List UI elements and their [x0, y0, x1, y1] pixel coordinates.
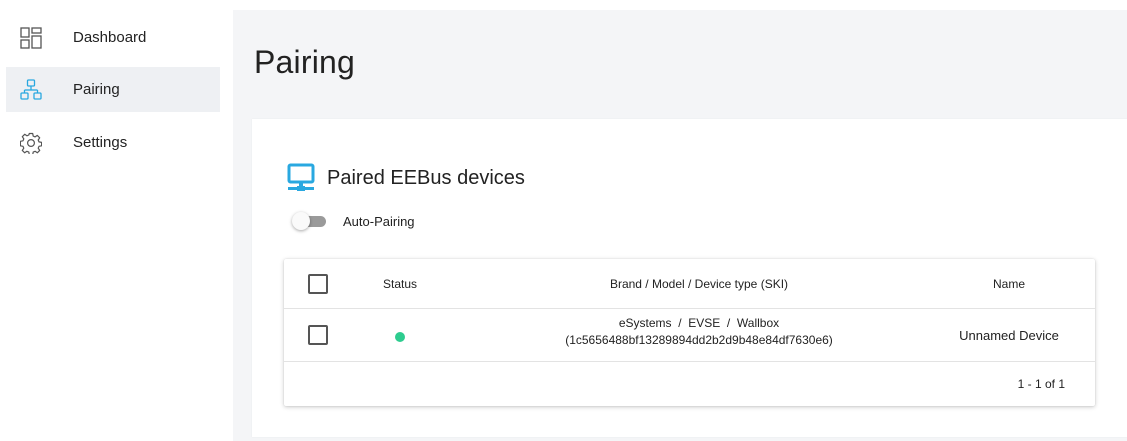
auto-pairing-toggle[interactable] — [292, 212, 326, 230]
sidebar: Dashboard Pairing Settings — [0, 0, 233, 441]
monitor-network-icon — [287, 163, 315, 191]
sidebar-item-pairing[interactable]: Pairing — [6, 67, 220, 112]
card-title: Paired EEBus devices — [327, 166, 525, 189]
gear-icon — [20, 132, 42, 154]
table-footer: 1 - 1 of 1 — [284, 362, 1095, 406]
pagination-info: 1 - 1 of 1 — [1017, 377, 1065, 391]
device-name: Unnamed Device — [959, 327, 1059, 343]
sidebar-item-label: Settings — [73, 134, 128, 151]
sidebar-item-dashboard[interactable]: Dashboard — [6, 15, 220, 60]
column-header-name: Name — [992, 276, 1025, 291]
status-indicator — [395, 332, 405, 342]
select-all-checkbox[interactable] — [308, 274, 328, 294]
column-header-status: Status — [382, 276, 418, 291]
network-icon — [20, 78, 42, 100]
dashboard-icon — [20, 26, 42, 49]
column-header-brand: Brand / Model / Device type (SKI) — [609, 276, 789, 291]
table-header-row: Status Brand / Model / Device type (SKI)… — [284, 259, 1095, 309]
auto-pairing-label: Auto-Pairing — [343, 213, 415, 229]
auto-pairing-row: Auto-Pairing — [292, 212, 415, 230]
sidebar-item-label: Pairing — [73, 81, 120, 98]
table-row[interactable]: eSystems / EVSE / Wallbox (1c5656488bf13… — [284, 309, 1095, 362]
toggle-knob — [292, 212, 310, 230]
brand-cell: eSystems / EVSE / Wallbox (1c5656488bf13… — [514, 315, 884, 349]
devices-table: Status Brand / Model / Device type (SKI)… — [284, 259, 1095, 406]
row-checkbox[interactable] — [308, 325, 328, 345]
brand-model-type: eSystems / EVSE / Wallbox — [618, 316, 780, 330]
page-title: Pairing — [254, 44, 356, 80]
card-header: Paired EEBus devices — [287, 161, 525, 195]
device-ski: (1c5656488bf13289894dd2b2d9b48e84df7630e… — [565, 333, 833, 347]
main-content: Pairing Paired EEBus devices Auto-Pairin… — [233, 10, 1127, 441]
sidebar-item-label: Dashboard — [73, 29, 147, 46]
sidebar-item-settings[interactable]: Settings — [6, 120, 220, 165]
paired-devices-card: Paired EEBus devices Auto-Pairing Status… — [252, 119, 1127, 437]
